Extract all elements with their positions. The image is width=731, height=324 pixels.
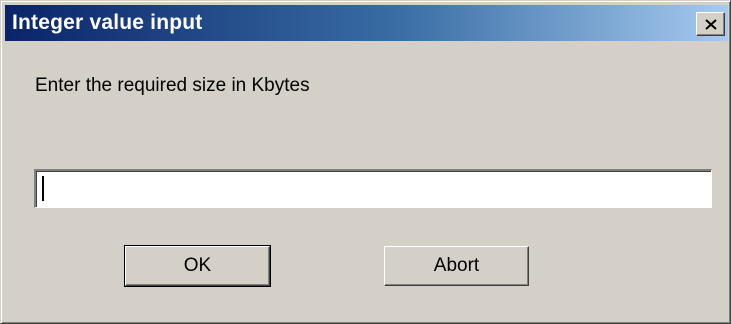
close-button[interactable] [696, 12, 725, 36]
abort-button[interactable]: Abort [384, 246, 529, 286]
close-icon [704, 18, 717, 30]
prompt-label: Enter the required size in Kbytes [35, 75, 310, 96]
size-input[interactable] [34, 169, 712, 208]
dialog-window: Integer value input Enter the required s… [0, 0, 731, 324]
window-title: Integer value input [12, 11, 203, 34]
ok-button[interactable]: OK [124, 245, 271, 287]
title-bar[interactable]: Integer value input [5, 5, 728, 41]
text-caret [42, 176, 44, 201]
